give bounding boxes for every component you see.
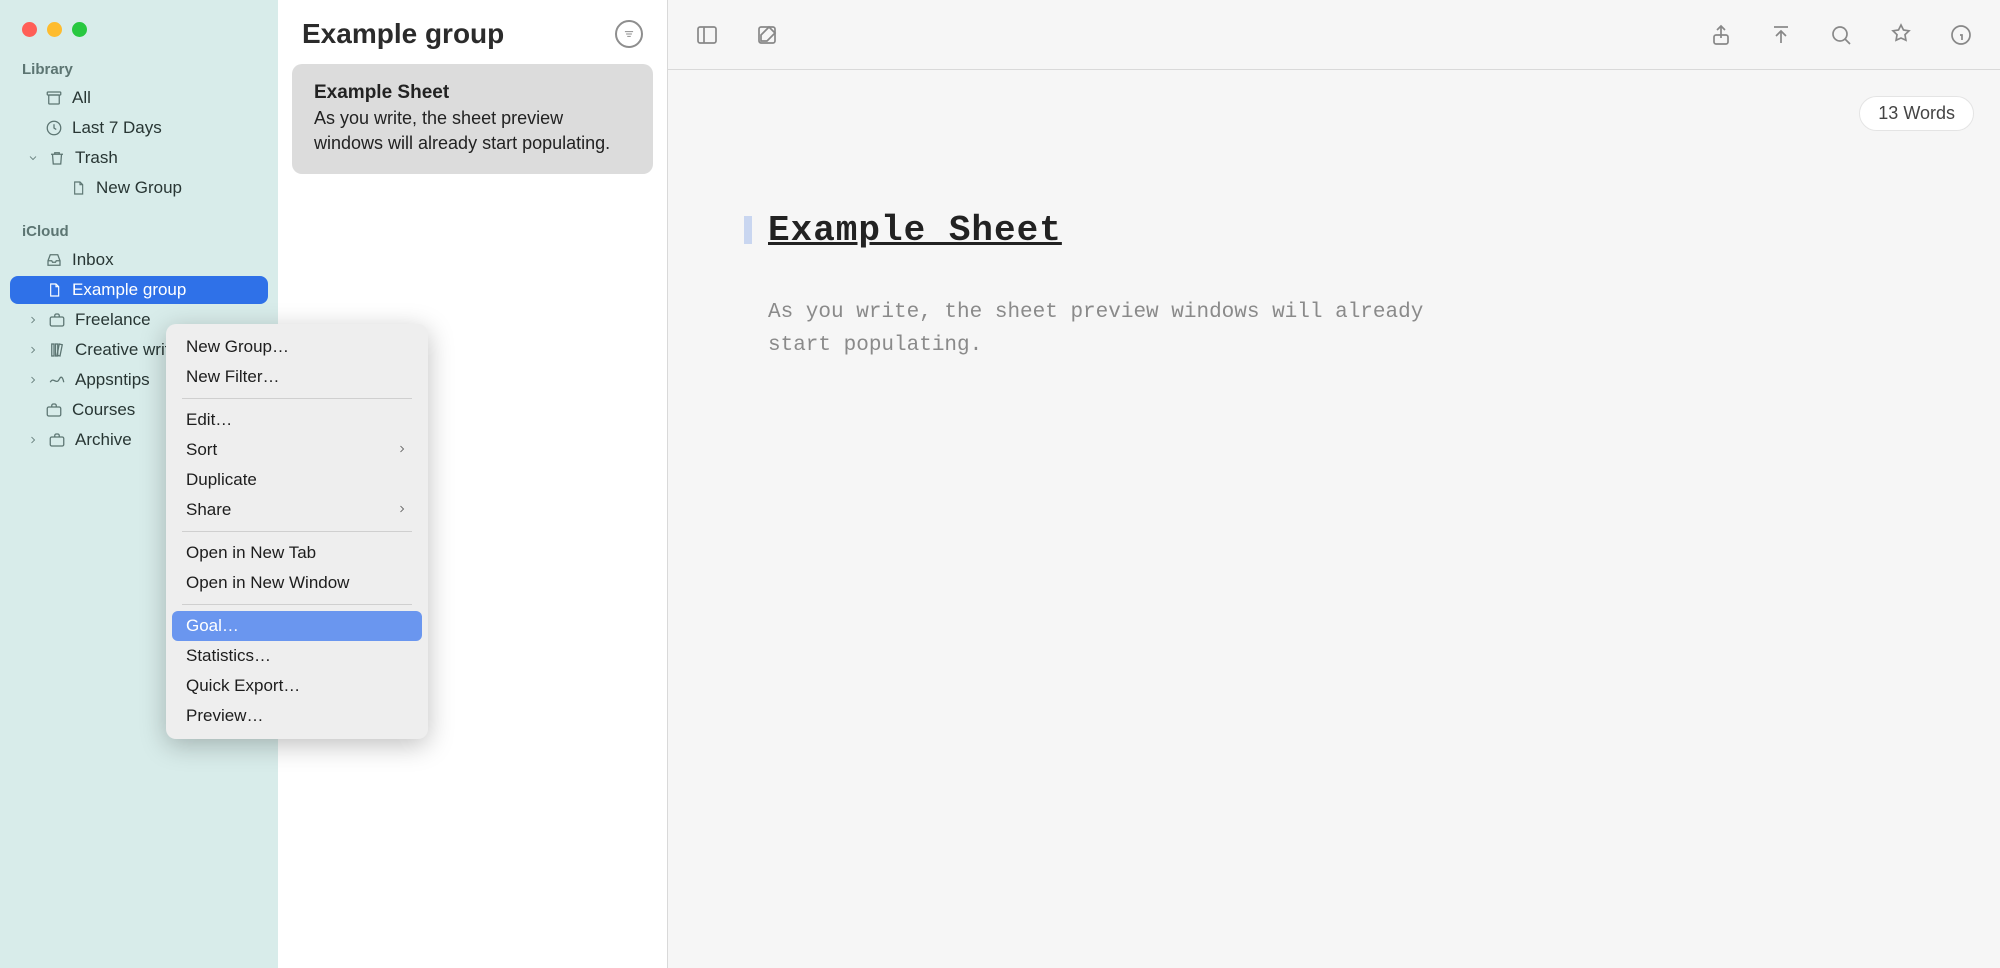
chevron-right-icon[interactable] [26,374,39,386]
word-count-badge[interactable]: 13 Words [1859,96,1974,131]
briefcase-icon [47,311,67,329]
sidebar-item-trash[interactable]: Trash [10,144,268,172]
cm-divider [182,531,412,532]
sheet-card-title: Example Sheet [314,82,631,104]
heading-marker [744,216,752,244]
document-icon [68,180,88,196]
cm-open-new-window[interactable]: Open in New Window [172,568,422,598]
sheet-card[interactable]: Example Sheet As you write, the sheet pr… [292,64,653,174]
cm-preview[interactable]: Preview… [172,701,422,731]
scribble-icon [47,371,67,389]
sidebar-label: Freelance [75,310,151,330]
cm-new-group[interactable]: New Group… [172,332,422,362]
editor-heading-text: Example Sheet [768,210,1062,251]
sheet-list-header: Example group [292,12,653,64]
filter-button[interactable] [615,20,643,48]
chevron-down-icon[interactable] [26,152,39,164]
toolbar-left [694,22,780,48]
toolbar-right [1708,22,1974,48]
sidebar-item-inbox[interactable]: Inbox [10,246,268,274]
editor-body[interactable]: Example Sheet As you write, the sheet pr… [668,70,2000,362]
cm-edit[interactable]: Edit… [172,405,422,435]
chevron-right-icon [396,500,408,520]
close-window-button[interactable] [22,22,37,37]
sidebar-label: Example group [72,280,186,300]
chevron-right-icon[interactable] [26,344,39,356]
publish-icon[interactable] [1768,22,1794,48]
chevron-right-icon [396,440,408,460]
inbox-icon [44,251,64,269]
cm-statistics[interactable]: Statistics… [172,641,422,671]
briefcase-icon [47,431,67,449]
sidebar-item-all[interactable]: All [10,84,268,112]
sidebar-item-example-group[interactable]: Example group [10,276,268,304]
sidebar-label: Courses [72,400,135,420]
cm-divider [182,604,412,605]
chevron-right-icon[interactable] [26,434,39,446]
context-menu: New Group… New Filter… Edit… Sort Duplic… [166,324,428,739]
trash-icon [47,149,67,167]
cm-sort[interactable]: Sort [172,435,422,465]
zoom-window-button[interactable] [72,22,87,37]
sidebar-item-last-7-days[interactable]: Last 7 Days [10,114,268,142]
books-icon [47,341,67,359]
sheet-list-title: Example group [302,18,504,50]
sidebar-label: Last 7 Days [72,118,162,138]
editor-paragraph[interactable]: As you write, the sheet preview windows … [768,297,1488,362]
minimize-window-button[interactable] [47,22,62,37]
sidebar-label: Inbox [72,250,114,270]
window-controls [0,10,278,55]
editor-pane: 13 Words Example Sheet As you write, the… [668,0,2000,968]
search-icon[interactable] [1828,22,1854,48]
section-header-icloud: iCloud [0,217,278,245]
section-header-library: Library [0,55,278,83]
review-icon[interactable] [1888,22,1914,48]
briefcase-icon [44,401,64,419]
document-icon [44,282,64,298]
sidebar-item-new-group[interactable]: New Group [10,174,268,202]
cm-new-filter[interactable]: New Filter… [172,362,422,392]
editor-heading[interactable]: Example Sheet [768,210,1900,251]
editor-toolbar [668,0,2000,70]
sheet-card-preview: As you write, the sheet preview windows … [314,106,631,156]
cm-open-new-tab[interactable]: Open in New Tab [172,538,422,568]
cm-duplicate[interactable]: Duplicate [172,465,422,495]
info-icon[interactable] [1948,22,1974,48]
sidebar-label: New Group [96,178,182,198]
archive-box-icon [44,89,64,107]
sidebar-label: Appsntips [75,370,150,390]
cm-divider [182,398,412,399]
sidebar-label: Trash [75,148,118,168]
cm-quick-export[interactable]: Quick Export… [172,671,422,701]
compose-icon[interactable] [754,22,780,48]
clock-icon [44,119,64,137]
share-icon[interactable] [1708,22,1734,48]
chevron-right-icon[interactable] [26,314,39,326]
cm-goal[interactable]: Goal… [172,611,422,641]
cm-share[interactable]: Share [172,495,422,525]
sidebar-label: All [72,88,91,108]
sidebar-label: Archive [75,430,132,450]
toggle-sidebar-icon[interactable] [694,22,720,48]
